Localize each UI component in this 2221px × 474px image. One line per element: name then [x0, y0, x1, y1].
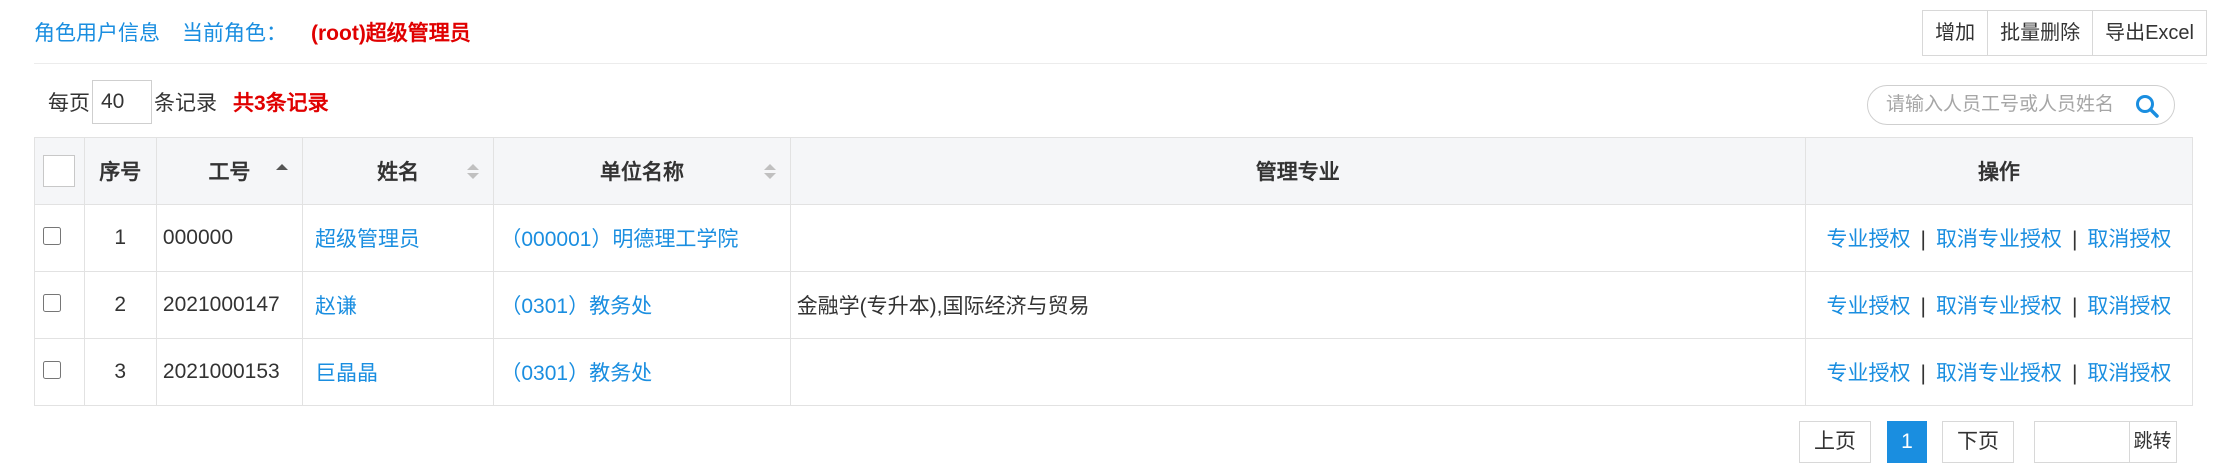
records-label: 条记录: [154, 92, 217, 115]
row-name-link[interactable]: 超级管理员: [315, 228, 420, 251]
separator: |: [2071, 228, 2078, 251]
grant-major-link[interactable]: 专业授权: [1826, 295, 1910, 318]
table-row: 1 000000 超级管理员 （000001）明德理工学院 专业授权 | 取消专业授…: [34, 204, 2194, 272]
sort-icon: [467, 164, 480, 180]
role-header: 角色用户信息 当前角色： (root)超级管理员: [34, 14, 471, 50]
column-header-unit[interactable]: 单位名称: [493, 137, 791, 205]
table-row: 3 2021000153 巨晶晶 （0301）教务处 专业授权 | 取消专业授权 | 取…: [34, 338, 2194, 406]
row-name-cell: 超级管理员: [301, 204, 495, 272]
separator: |: [1920, 295, 1926, 318]
row-select-cell: [34, 204, 85, 272]
column-header-actions: 操作: [1804, 137, 2194, 205]
current-role-label: 当前角色：: [182, 22, 287, 45]
column-header-id-label: 工号: [208, 161, 251, 184]
row-name-link[interactable]: 巨晶晶: [315, 362, 378, 385]
row-name-cell: 巨晶晶: [301, 338, 495, 406]
select-all-cell: [34, 137, 85, 205]
search-box: [1867, 85, 2175, 125]
revoke-link[interactable]: 取消授权: [2087, 362, 2171, 385]
column-header-name[interactable]: 姓名: [301, 137, 495, 205]
jump-button[interactable]: 跳转: [2129, 421, 2177, 463]
row-actions: 专业授权 | 取消专业授权 | 取消授权: [1804, 271, 2194, 339]
table-header-row: 序号 工号 姓名 单位名称 管理专业 操作: [34, 137, 2194, 205]
row-staff-id: 2021000153: [155, 338, 303, 406]
revoke-link[interactable]: 取消授权: [2087, 295, 2171, 318]
row-unit-link[interactable]: （0301）教务处: [500, 362, 652, 385]
column-header-majors: 管理专业: [789, 137, 1806, 205]
row-unit-cell: （000001）明德理工学院: [493, 204, 791, 272]
row-checkbox[interactable]: [43, 361, 61, 379]
row-checkbox[interactable]: [43, 294, 61, 312]
separator: |: [1920, 228, 1926, 251]
grant-major-link[interactable]: 专业授权: [1826, 228, 1910, 251]
row-actions: 专业授权 | 取消专业授权 | 取消授权: [1804, 204, 2194, 272]
divider: [34, 63, 2207, 64]
role-users-link[interactable]: 角色用户信息: [34, 17, 160, 47]
search-input[interactable]: [1886, 92, 2126, 118]
row-name-link[interactable]: 赵谦: [315, 295, 357, 318]
sort-ascending-icon: [275, 164, 288, 180]
add-button[interactable]: 增加: [1922, 10, 1989, 56]
row-unit-cell: （0301）教务处: [493, 338, 791, 406]
table-row: 2 2021000147 赵谦 （0301）教务处 金融学(专升本),国际经济与…: [34, 271, 2194, 339]
separator: |: [2071, 362, 2078, 385]
page-1-button[interactable]: 1: [1887, 421, 1927, 463]
row-staff-id: 000000: [155, 204, 303, 272]
row-checkbox[interactable]: [43, 227, 61, 245]
search-icon[interactable]: [2134, 93, 2160, 119]
jump-page-input[interactable]: [2034, 421, 2130, 463]
row-select-cell: [34, 338, 85, 406]
total-records: 共3条记录: [233, 92, 329, 115]
row-name-cell: 赵谦: [301, 271, 495, 339]
select-all-checkbox[interactable]: [43, 155, 76, 187]
toolbar: 增加 批量删除 导出Excel: [1922, 10, 2207, 56]
row-index: 1: [83, 204, 157, 272]
sort-icon: [763, 164, 776, 180]
row-unit-link[interactable]: （000001）明德理工学院: [500, 228, 738, 251]
row-staff-id: 2021000147: [155, 271, 303, 339]
column-header-name-label: 姓名: [377, 161, 420, 184]
role-users-table: 序号 工号 姓名 单位名称 管理专业 操作 1 000000 超级管理员 （00…: [34, 137, 2194, 406]
revoke-major-link[interactable]: 取消专业授权: [1936, 362, 2062, 385]
separator: |: [1920, 362, 1926, 385]
row-actions: 专业授权 | 取消专业授权 | 取消授权: [1804, 338, 2194, 406]
revoke-major-link[interactable]: 取消专业授权: [1936, 228, 2062, 251]
revoke-major-link[interactable]: 取消专业授权: [1936, 295, 2062, 318]
row-unit-link[interactable]: （0301）教务处: [500, 295, 652, 318]
row-majors: [789, 204, 1806, 272]
row-unit-cell: （0301）教务处: [493, 271, 791, 339]
row-select-cell: [34, 271, 85, 339]
per-page-input[interactable]: [92, 80, 152, 124]
row-majors: [789, 338, 1806, 406]
prev-page-button[interactable]: 上页: [1799, 421, 1871, 463]
current-role-value: (root)超级管理员: [311, 22, 471, 45]
column-header-index: 序号: [83, 137, 157, 205]
column-header-unit-label: 单位名称: [600, 161, 685, 184]
row-majors: 金融学(专升本),国际经济与贸易: [789, 271, 1806, 339]
column-header-id[interactable]: 工号: [155, 137, 303, 205]
export-excel-button[interactable]: 导出Excel: [2092, 10, 2207, 56]
batch-delete-button[interactable]: 批量删除: [1987, 10, 2094, 56]
revoke-link[interactable]: 取消授权: [2087, 228, 2171, 251]
separator: |: [2071, 295, 2078, 318]
grant-major-link[interactable]: 专业授权: [1826, 362, 1910, 385]
page-size-control: 每页 条记录 共3条记录: [48, 79, 329, 125]
row-index: 2: [83, 271, 157, 339]
next-page-button[interactable]: 下页: [1942, 421, 2014, 463]
per-page-label: 每页: [48, 92, 90, 115]
row-index: 3: [83, 338, 157, 406]
